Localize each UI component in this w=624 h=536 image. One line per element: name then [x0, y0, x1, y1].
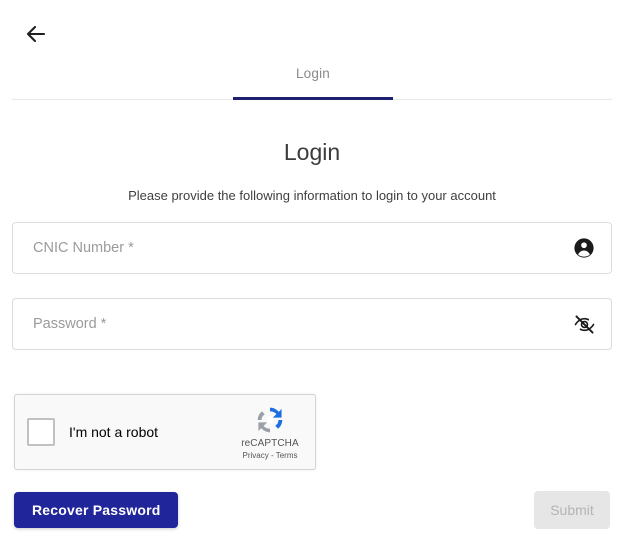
- recaptcha-checkbox[interactable]: [27, 418, 55, 446]
- account-circle-icon[interactable]: [571, 235, 597, 261]
- recaptcha-brand-text: reCAPTCHA: [241, 438, 299, 450]
- password-input[interactable]: [33, 299, 563, 349]
- visibility-off-icon[interactable]: [571, 311, 597, 337]
- tab-login[interactable]: Login: [233, 56, 393, 100]
- arrow-left-icon: [24, 22, 48, 46]
- page-title: Login: [283, 139, 341, 165]
- cnic-field[interactable]: [12, 222, 612, 274]
- recover-password-button[interactable]: Recover Password: [14, 492, 179, 528]
- back-button[interactable]: [14, 12, 58, 56]
- recaptcha-logo-icon: [253, 403, 287, 437]
- tab-bar: Login: [12, 56, 612, 100]
- cnic-input[interactable]: [33, 223, 563, 273]
- recaptcha-label: I'm not a robot: [69, 424, 159, 440]
- submit-button[interactable]: Submit: [534, 491, 610, 529]
- tab-active-indicator: [233, 97, 393, 100]
- recaptcha-branding: reCAPTCHA Privacy - Terms: [235, 403, 315, 461]
- password-field[interactable]: [12, 298, 612, 350]
- recaptcha-widget[interactable]: I'm not a robot reCAPTCHA Privacy - Term…: [14, 394, 316, 470]
- recaptcha-check-area[interactable]: I'm not a robot: [15, 418, 235, 446]
- page-subtitle: Please provide the following information…: [128, 188, 496, 203]
- tab-login-label: Login: [295, 66, 331, 81]
- recaptcha-legal-links[interactable]: Privacy - Terms: [243, 451, 298, 461]
